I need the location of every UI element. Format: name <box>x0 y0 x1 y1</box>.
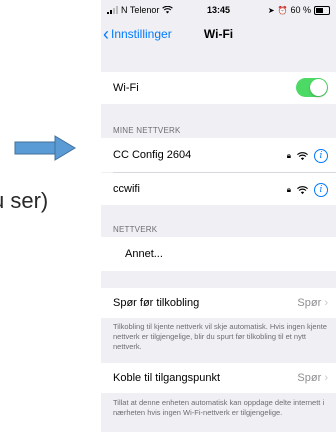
navigation-bar: ‹ Innstillinger Wi-Fi <box>101 20 336 50</box>
lock-icon: 🔒︎ <box>286 151 291 160</box>
location-arrow-icon: ➤ <box>267 5 275 15</box>
other-network-row[interactable]: Annet... <box>101 237 336 271</box>
network-name: ccwifi <box>113 183 140 195</box>
phone-screen: N Telenor 13:45 ➤ ⏰ 60 % ‹ Innstillinger… <box>101 0 336 432</box>
page-title: Wi-Fi <box>203 27 234 41</box>
hotspot-footer: Tillat at denne enheten automatisk kan o… <box>113 398 325 417</box>
wifi-signal-icon <box>297 151 308 160</box>
wifi-toggle-row: Wi-Fi <box>101 72 336 104</box>
hotspot-label: Koble til tilgangspunkt <box>113 372 221 384</box>
battery-icon <box>314 5 330 15</box>
ask-to-join-value: Spør <box>297 297 322 309</box>
ask-to-join-row[interactable]: Spør før tilkobling Spør › <box>101 288 336 318</box>
ask-to-join-label: Spør før tilkobling <box>113 297 200 309</box>
other-network-label: Annet... <box>125 248 163 260</box>
ask-to-join-value-wrap: Spør › <box>297 297 328 309</box>
network-row[interactable]: ccwifi 🔒︎ i <box>101 173 336 205</box>
network-name: CC Config 2604 <box>113 149 192 161</box>
alarm-icon: ⏰ <box>277 5 288 15</box>
wifi-signal-icon <box>297 185 308 194</box>
wifi-toggle[interactable] <box>296 78 328 97</box>
networks-header: NETTVERK <box>113 225 158 234</box>
hotspot-row[interactable]: Koble til tilgangspunkt Spør › <box>101 363 336 393</box>
hotspot-value: Spør <box>297 372 322 384</box>
network-row[interactable]: CC Config 2604 🔒︎ i <box>101 138 336 172</box>
chevron-right-icon: › <box>324 297 328 309</box>
ask-to-join-footer: Tilkobling til kjente nettverk vil skje … <box>113 322 327 351</box>
info-icon[interactable]: i <box>314 183 328 197</box>
wifi-label: Wi-Fi <box>113 82 139 94</box>
info-icon[interactable]: i <box>314 149 328 163</box>
battery-percent: 60 % <box>290 5 311 15</box>
my-networks-header: MINE NETTVERK <box>113 126 181 135</box>
lock-icon: 🔒︎ <box>286 185 291 194</box>
right-arrow-icon <box>14 135 76 161</box>
status-bar: N Telenor 13:45 ➤ ⏰ 60 % <box>101 0 336 20</box>
hotspot-value-wrap: Spør › <box>297 372 328 384</box>
toggle-knob <box>310 79 327 96</box>
chevron-right-icon: › <box>324 372 328 384</box>
slide-partial-text: u ser) <box>0 188 49 213</box>
